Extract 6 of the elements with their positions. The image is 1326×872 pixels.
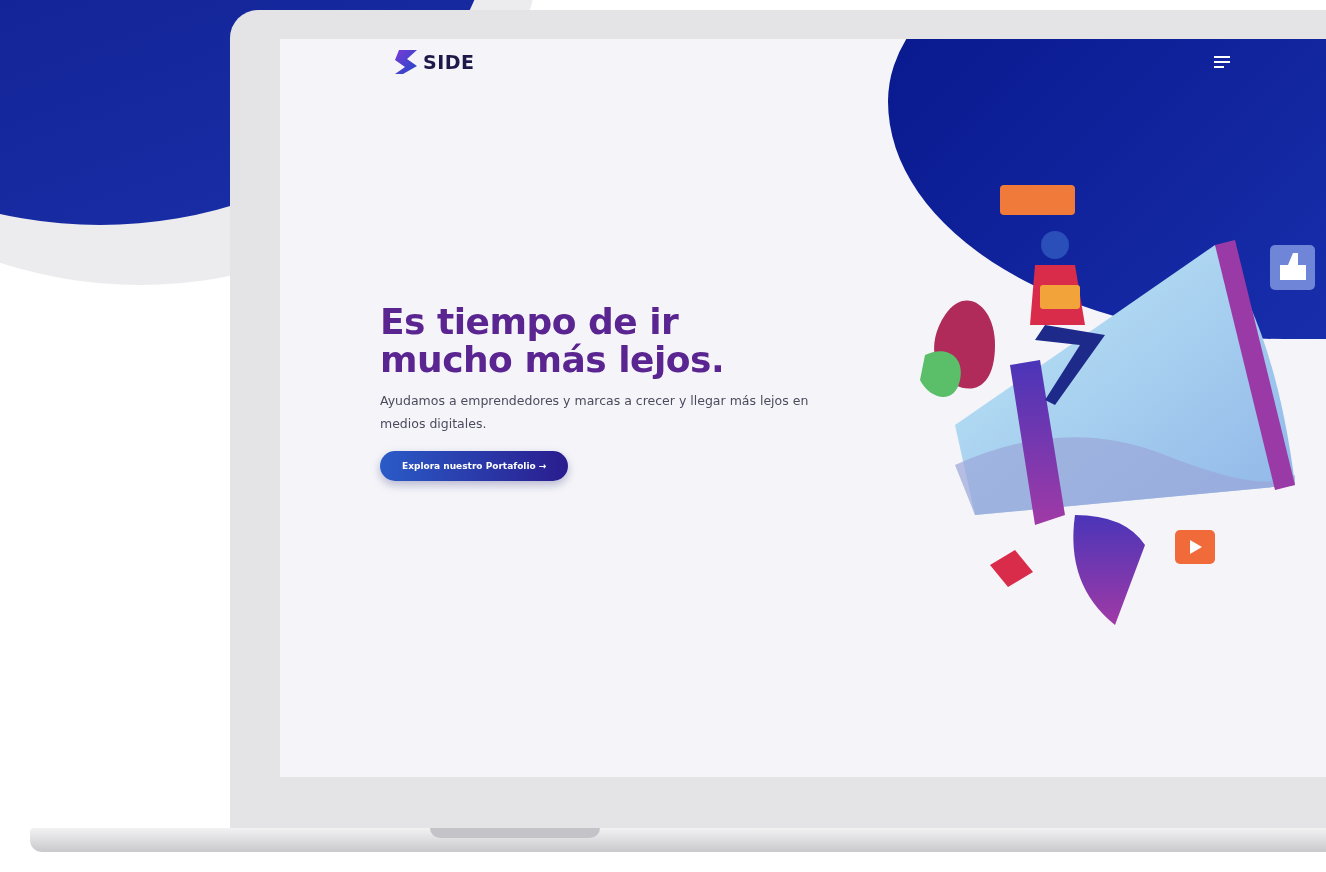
menu-icon[interactable] [1214, 56, 1230, 68]
logo-text: SIDE [423, 51, 475, 73]
logo-icon [393, 49, 419, 75]
hero-subtitle: Ayudamos a emprendedores y marcas a crecer y llegar más lejos en medios digitales. [380, 392, 810, 433]
hero-heading: Es tiempo de ir mucho más lejos. [380, 303, 726, 379]
portfolio-button[interactable]: Explora nuestro Portafolio → [380, 451, 569, 481]
